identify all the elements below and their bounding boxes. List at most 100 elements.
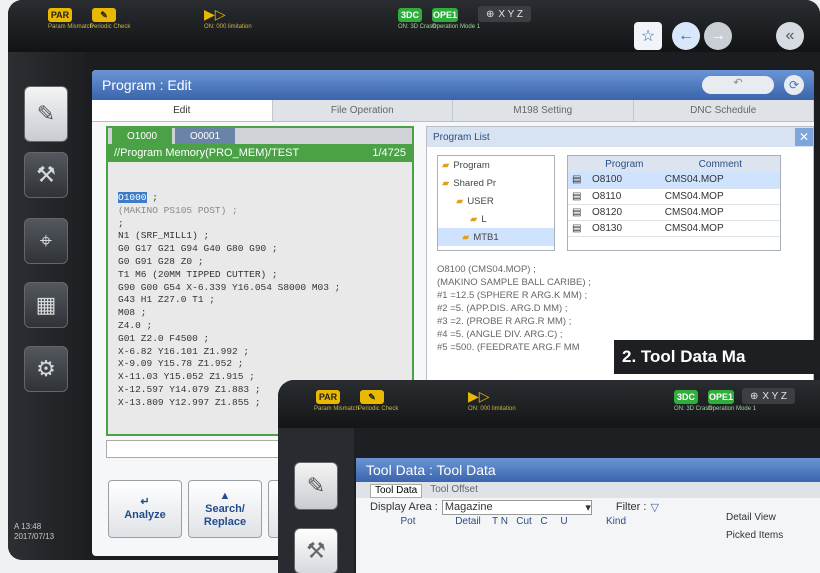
tool-col-header: Pot <box>400 516 416 527</box>
folder-icon: ▰ <box>442 177 450 189</box>
tool-tab-bar: Tool Data Tool Offset <box>356 482 820 498</box>
program-path-bar: //Program Memory(PRO_MEM)/TEST 1/4725 <box>108 144 412 162</box>
periodic-sub: Periodic Check <box>90 24 131 30</box>
softkey-1[interactable]: ▲ Search/ Replace <box>188 480 262 538</box>
display-area-label: Display Area : <box>370 501 438 513</box>
xyz-label: X Y Z <box>498 8 524 20</box>
code-line: X-6.82 Y16.101 Z1.992 ; <box>118 345 250 357</box>
tree-item[interactable]: ▰ USER <box>438 192 554 210</box>
tool-xyz-button[interactable]: ⊕ X Y Z <box>742 388 796 404</box>
folder-icon: ▰ <box>456 195 464 207</box>
clock-a: A <box>14 522 19 531</box>
table-row[interactable]: ▤ O8120 CMS04.MOP <box>568 204 780 221</box>
folder-icon: ▰ <box>442 159 450 171</box>
program-tab-o1000[interactable]: O1000 <box>112 128 172 144</box>
workpiece-icon[interactable]: ⌖ <box>24 218 68 264</box>
table-row[interactable]: ▤ O8110 CMS04.MOP <box>568 188 780 205</box>
softkey-icon: ↵ <box>140 496 150 508</box>
table-row[interactable]: ▤ O8100 CMS04.MOP <box>568 172 780 189</box>
tab-edit[interactable]: Edit <box>92 100 273 121</box>
code-line: T1 M6 (20MM TIPPED CUTTER) ; <box>118 268 278 280</box>
program-code[interactable]: O1000 ; (MAKINO PS105 POST) ;; N1 (SRF_MIL… <box>108 162 412 410</box>
tab-file-operation[interactable]: File Operation <box>273 100 453 121</box>
ope-sub: Operation Mode 1 <box>432 24 481 30</box>
tool-play-icon: ▶▷ <box>468 388 490 404</box>
machine-icon[interactable]: ▦ <box>24 282 68 328</box>
tree-item-label: MTB1 <box>473 231 499 243</box>
table-row[interactable]: ▤ O8130 CMS04.MOP <box>568 220 780 237</box>
measure-icon[interactable]: ⚙ <box>24 346 68 392</box>
tab-tool-data[interactable]: Tool Data <box>370 484 423 498</box>
xyz-button[interactable]: ⊕ X Y Z <box>478 6 532 22</box>
collapse-icon[interactable]: « <box>776 22 804 50</box>
code-line: Z4.0 ; <box>118 319 153 331</box>
tree-item[interactable]: ▰ Program <box>438 156 554 174</box>
table-header-program: Program <box>588 156 661 172</box>
tool-col-header: U <box>560 516 568 527</box>
program-edit-icon[interactable]: ✎ <box>24 86 68 142</box>
code-line: O1000 ; <box>118 192 158 203</box>
softkey-0[interactable]: ↵ Analyze <box>108 480 182 538</box>
tab-dnc-schedule[interactable]: DNC Schedule <box>634 100 814 121</box>
table-cell: CMS04.MOP <box>660 188 780 205</box>
display-area-select[interactable]: Magazine ▾ <box>441 499 592 515</box>
program-table[interactable]: Program Comment ▤ O8100 CMS04.MOP ▤ O8110 CMS… <box>567 155 781 251</box>
table-cell: CMS04.MOP <box>660 172 780 189</box>
on-sub: ON: 000 limitation <box>204 24 252 30</box>
softkey-label: Analyze <box>124 509 166 521</box>
tool-col-header: Detail <box>455 516 481 527</box>
display-area-value: Magazine <box>444 500 493 513</box>
code-line: G0 G91 G28 Z0 ; <box>118 255 204 267</box>
forward-icon[interactable]: → <box>704 22 732 50</box>
code-line: X-9.09 Y15.78 Z1.952 ; <box>118 358 244 370</box>
tool-program-icon[interactable]: ✎ <box>294 462 338 510</box>
tool-col-header: C <box>540 516 548 527</box>
dropdown-icon: ▾ <box>585 501 591 514</box>
tool-periodic-sub: Periodic Check <box>358 406 399 412</box>
tab-m198-setting[interactable]: M198 Setting <box>453 100 634 121</box>
close-icon[interactable]: ✕ <box>795 128 813 146</box>
refresh-icon[interactable]: ⟳ <box>784 75 804 95</box>
status-bar: PAR Param Mismatch ✎ Periodic Check ▶▷ O… <box>8 0 820 52</box>
code-line: G90 G00 G54 X-6.339 Y16.054 S8000 M03 ; <box>118 281 341 293</box>
tool-par-sub: Param Mismatch <box>314 406 360 412</box>
tool-axis-icon: ⊕ <box>750 390 759 402</box>
tool-icon[interactable]: ⚒ <box>24 152 68 198</box>
tree-item[interactable]: ▰ L <box>438 210 554 228</box>
code-line: N1 (SRF_MILL1) ; <box>118 230 210 242</box>
code-line: G43 H1 Z27.0 T1 ; <box>118 294 215 306</box>
tool-holder-icon[interactable]: ⚒ <box>294 528 338 573</box>
code-line: (MAKINO PS105 POST) ; <box>118 204 238 216</box>
axis-icon: ⊕ <box>486 8 495 20</box>
program-folder-tree[interactable]: ▰ Program ▰ Shared Pr ▰ USER ▰ L ▰ MTB1 <box>437 155 555 251</box>
preview-line: (MAKINO SAMPLE BALL CARIBE) ; <box>437 277 591 288</box>
softkey-label: Search/ Replace <box>203 502 247 528</box>
program-tabs: O1000 O0001 <box>108 128 412 144</box>
program-tab-o0001[interactable]: O0001 <box>175 128 235 144</box>
table-col-icon <box>568 156 588 172</box>
tab-tool-offset[interactable]: Tool Offset <box>426 484 482 498</box>
softkey-icon: ▲ <box>219 489 231 502</box>
tool-ope-sub: Operation Mode 1 <box>708 406 757 412</box>
back-icon[interactable]: ← <box>672 22 700 50</box>
tool-data-panel: Tool Data : Tool Data Tool Data Tool Off… <box>356 458 820 573</box>
tool-col-header: Cut <box>516 516 532 527</box>
code-line: G01 Z2.0 F4500 ; <box>118 332 210 344</box>
tree-item[interactable]: ▰ MTB1 <box>438 228 554 246</box>
preview-line: O8100 (CMS04.MOP) ; <box>437 264 536 275</box>
favorite-star-icon[interactable]: ☆ <box>634 22 662 50</box>
undo-button[interactable]: ↶ <box>702 76 774 94</box>
clock-time: 13:48 <box>21 522 42 531</box>
line-counter: 1/4725 <box>372 147 406 159</box>
tree-item-label: Shared Pr <box>453 177 497 189</box>
tool-threedc-badge: 3DC <box>674 390 698 404</box>
table-cell: O8110 <box>588 188 661 205</box>
filter-icon[interactable]: ▽ <box>650 501 658 514</box>
program-list-title: Program List <box>433 131 490 143</box>
code-line: ; <box>118 217 124 229</box>
filter-label: Filter : <box>615 501 647 513</box>
tool-sidebar: ✎ ⚒ <box>278 428 354 573</box>
tree-item[interactable]: ▰ Shared Pr <box>438 174 554 192</box>
play-icon: ▶▷ <box>204 6 226 22</box>
file-icon: ▤ <box>568 220 588 237</box>
